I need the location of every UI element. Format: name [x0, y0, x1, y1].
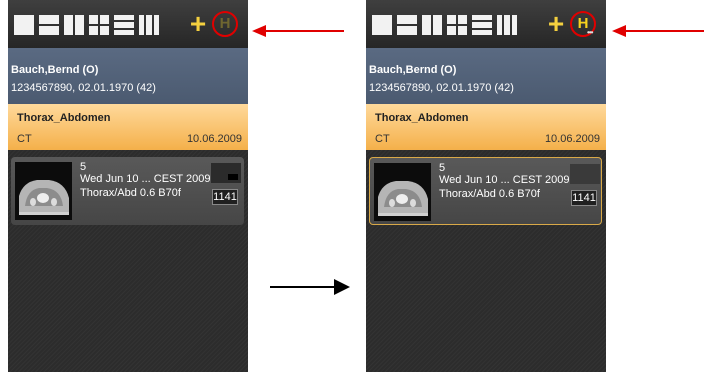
layout-3x1-icon[interactable]	[497, 15, 517, 35]
plus-icon[interactable]: +	[186, 10, 210, 38]
layout-1x3-icon[interactable]	[472, 15, 492, 35]
study-header[interactable]: Thorax_Abdomen CT 10.06.2009	[366, 104, 606, 150]
layout-3x1-icon[interactable]	[139, 15, 159, 35]
image-count-badge: 1141	[571, 190, 597, 206]
study-header[interactable]: Thorax_Abdomen CT 10.06.2009	[8, 104, 248, 150]
series-item-selected[interactable]: 5 Wed Jun 10 ... CEST 2009 Thorax/Abd 0.…	[369, 157, 602, 225]
series-description: Thorax/Abd 0.6 B70f	[80, 187, 181, 199]
patient-name: Bauch,Bernd (O)	[369, 64, 457, 76]
series-number: 5	[80, 161, 87, 173]
layout-1x3-icon[interactable]	[114, 15, 134, 35]
study-title: Thorax_Abdomen	[17, 112, 111, 124]
layout-toolbar: + H	[8, 0, 248, 48]
layout-1x2-icon[interactable]	[397, 15, 417, 35]
study-date: 10.06.2009	[186, 133, 242, 145]
study-date: 10.06.2009	[544, 133, 600, 145]
layout-2x2-icon[interactable]	[447, 15, 467, 35]
layout-2x1-icon[interactable]	[64, 15, 84, 35]
layout-1x1-icon[interactable]	[372, 15, 392, 35]
h-button[interactable]: H	[212, 11, 238, 37]
study-modality: CT	[375, 133, 390, 145]
series-datetime: Wed Jun 10 ... CEST 2009	[439, 174, 570, 186]
series-layout-indicator	[211, 163, 241, 183]
series-item[interactable]: 5 Wed Jun 10 ... CEST 2009 Thorax/Abd 0.…	[11, 157, 244, 225]
layout-toolbar: + H •••	[366, 0, 606, 48]
patient-name: Bauch,Bernd (O)	[11, 64, 99, 76]
series-description: Thorax/Abd 0.6 B70f	[439, 188, 540, 200]
series-layout-indicator	[570, 164, 600, 184]
series-datetime: Wed Jun 10 ... CEST 2009	[80, 173, 211, 185]
layout-2x2-icon[interactable]	[89, 15, 109, 35]
more-dots-icon: •••	[587, 28, 593, 37]
layout-1x1-icon[interactable]	[14, 15, 34, 35]
image-count-badge: 1141	[212, 189, 238, 205]
viewer-panel-before: + H Bauch,Bernd (O) 1234567890, 02.01.19…	[8, 0, 248, 372]
series-thumbnail	[15, 162, 72, 220]
patient-info: 1234567890, 02.01.1970 (42)	[11, 82, 156, 94]
patient-header[interactable]: Bauch,Bernd (O) 1234567890, 02.01.1970 (…	[366, 48, 606, 104]
study-modality: CT	[17, 133, 32, 145]
plus-icon[interactable]: +	[544, 10, 568, 38]
layout-2x1-icon[interactable]	[422, 15, 442, 35]
h-button[interactable]: H •••	[570, 11, 596, 37]
layout-1x2-icon[interactable]	[39, 15, 59, 35]
patient-header[interactable]: Bauch,Bernd (O) 1234567890, 02.01.1970 (…	[8, 48, 248, 104]
h-icon: H	[219, 15, 231, 32]
series-thumbnail	[374, 163, 431, 221]
viewer-panel-after: + H ••• Bauch,Bernd (O) 1234567890, 02.01…	[366, 0, 606, 372]
series-number: 5	[439, 162, 446, 174]
patient-info: 1234567890, 02.01.1970 (42)	[369, 82, 514, 94]
study-title: Thorax_Abdomen	[375, 112, 469, 124]
